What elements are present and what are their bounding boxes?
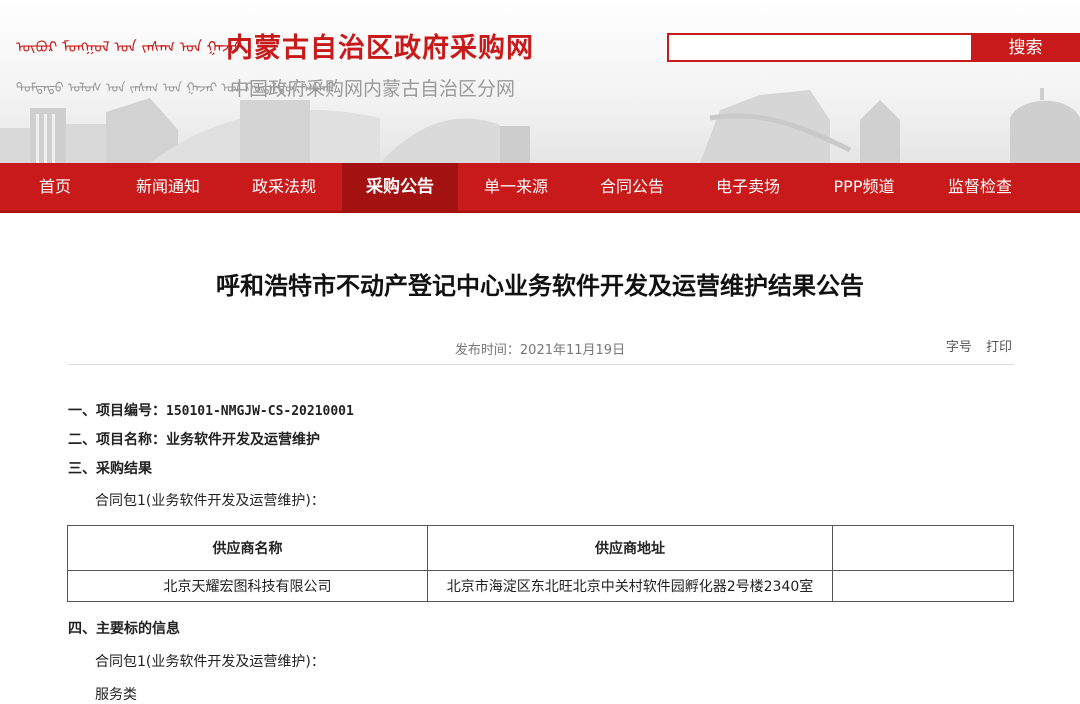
nav-item-ppp-channel[interactable]: PPP频道	[806, 163, 922, 211]
empty-cell	[832, 570, 1014, 602]
title-divider	[68, 364, 1014, 365]
section-main-subject-info: 四、主要标的信息	[68, 621, 180, 637]
nav-item-contract-notices[interactable]: 合同公告	[574, 163, 690, 211]
project-number-value: 150101-NMGJW-CS-20210001	[166, 404, 354, 419]
package-label-2: 合同包1(业务软件开发及运营维护)：	[95, 654, 325, 670]
nav-item-news[interactable]: 新闻通知	[110, 163, 226, 211]
main-nav: 首页 新闻通知 政采法规 采购公告 单一来源 合同公告 电子卖场 PPP频道 监…	[0, 163, 1080, 213]
site-header: ᠥᠪᠦᠷ ᠮᠣᠩᠭᠣᠯ ᠤᠨ ᠵᠠᠰᠠᠭ ᠤᠨ ᠭᠠᠵᠠᠷ 内蒙古自治区政府采购…	[0, 0, 1080, 163]
section-project-name: 二、项目名称：业务软件开发及运营维护	[68, 432, 320, 448]
site-subtitle: 中国政府采购网内蒙古自治区分网	[230, 78, 516, 100]
print-button[interactable]: 打印	[986, 340, 1012, 355]
supplier-name-cell: 北京天耀宏图科技有限公司	[67, 570, 428, 602]
column-header-empty	[832, 525, 1014, 571]
nav-item-supervision[interactable]: 监督检查	[922, 163, 1038, 211]
nav-item-procurement-notices[interactable]: 采购公告	[342, 163, 458, 211]
table-row: 北京天耀宏图科技有限公司 北京市海淀区东北旺北京中关村软件园孵化器2号楼2340…	[67, 570, 1014, 602]
table-header-row: 供应商名称 供应商地址	[67, 525, 1014, 571]
publish-time: 发布时间：2021年11月19日	[454, 343, 626, 358]
search-button[interactable]: 搜索	[971, 33, 1080, 62]
supplier-address-cell: 北京市海淀区东北旺北京中关村软件园孵化器2号楼2340室	[427, 570, 833, 602]
article-title: 呼和浩特市不动产登记中心业务软件开发及运营维护结果公告	[216, 272, 864, 300]
column-header-supplier-address: 供应商地址	[427, 525, 833, 571]
column-header-supplier-name: 供应商名称	[67, 525, 428, 571]
section-project-number: 一、项目编号：150101-NMGJW-CS-20210001	[68, 400, 354, 420]
nav-item-e-mall[interactable]: 电子卖场	[690, 163, 806, 211]
nav-item-single-source[interactable]: 单一来源	[458, 163, 574, 211]
article-tools: 字号 打印	[936, 336, 1012, 355]
mongolian-title-script: ᠥᠪᠦᠷ ᠮᠣᠩᠭᠣᠯ ᠤᠨ ᠵᠠᠰᠠᠭ ᠤᠨ ᠭᠠᠵᠠᠷ	[16, 38, 243, 56]
font-size-button[interactable]: 字号	[946, 340, 972, 355]
nav-item-regulations[interactable]: 政采法规	[226, 163, 342, 211]
section-procurement-result: 三、采购结果	[68, 461, 152, 477]
supplier-table: 供应商名称 供应商地址 北京天耀宏图科技有限公司 北京市海淀区东北旺北京中关村软…	[67, 525, 1014, 602]
nav-item-home[interactable]: 首页	[0, 163, 110, 211]
site-title: 内蒙古自治区政府采购网	[226, 33, 534, 64]
package-label: 合同包1(业务软件开发及运营维护)：	[95, 493, 325, 509]
search-input[interactable]	[667, 33, 981, 62]
service-type-label: 服务类	[95, 687, 137, 703]
project-number-label: 一、项目编号：	[68, 403, 166, 419]
